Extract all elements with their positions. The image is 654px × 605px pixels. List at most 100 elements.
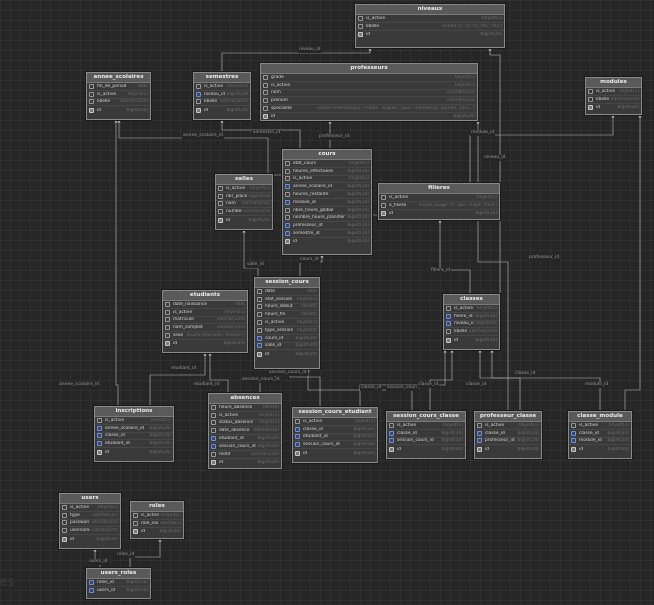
field-row[interactable]: classe_id bigint(20) <box>95 433 173 441</box>
field-row[interactable]: id bigint(20) <box>60 535 120 543</box>
field-row[interactable]: classe_id bigint(20) <box>569 430 631 438</box>
table-annee-scolaires[interactable]: annee_scolaires fin_de_period date is_activ… <box>86 72 151 120</box>
field-row[interactable]: is_active tinyint(1) <box>209 412 281 420</box>
table-professeurs[interactable]: professeurs grade tinyint(1) is_active tinyi… <box>260 63 478 121</box>
field-row[interactable]: id bigint(20) <box>444 336 499 344</box>
field-row[interactable]: matricule varchar(255) <box>163 317 247 325</box>
field-row[interactable]: status_absence tinyint(1) <box>209 420 281 428</box>
field-row[interactable]: libelle varchar(255) <box>87 99 150 107</box>
field-row[interactable]: heures_restante bigint(20) <box>283 191 371 199</box>
field-row[interactable]: id bigint(20) <box>209 459 281 467</box>
field-row[interactable]: annee_scolaire_id bigint(20) <box>283 183 371 192</box>
field-row[interactable]: session_cours_id bigint(20) <box>293 441 377 450</box>
field-row[interactable]: classe_id bigint(20) <box>475 430 541 438</box>
field-row[interactable]: id bigint(20) <box>131 528 183 536</box>
field-row[interactable]: is_active tinyint(1) <box>60 504 120 512</box>
field-row[interactable]: id bigint(20) <box>163 340 247 348</box>
field-row[interactable]: motif varchar(255) <box>209 451 281 459</box>
field-row[interactable]: libelle varchar(255) <box>194 99 250 107</box>
field-row[interactable]: libelle varchar(255) <box>586 96 641 104</box>
field-row[interactable]: nbre_heure_global bigint(20) <box>283 207 371 215</box>
field-row[interactable]: nbr_place bigint(20) <box>216 193 272 201</box>
field-row[interactable]: fin_de_period date <box>87 83 150 91</box>
table-niveaux[interactable]: niveaux is_active tinyint(1) libelle enum('l… <box>355 4 505 48</box>
field-row[interactable]: classe_id bigint(20) <box>387 430 465 438</box>
field-row[interactable]: is_active tinyint(1) <box>475 422 541 430</box>
field-row[interactable]: id bigint(20) <box>216 216 272 224</box>
field-row[interactable]: id bigint(20) <box>255 350 319 358</box>
field-row[interactable]: etat_cours tinyint(1) <box>283 160 371 168</box>
table-etudiants[interactable]: etudiants date_naissance date is_active tiny… <box>162 290 248 353</box>
field-row[interactable]: specialite enum('informatique','marke','a… <box>261 105 477 113</box>
table-cours[interactable]: cours etat_cours tinyint(1) heures_effectue… <box>282 149 372 255</box>
field-row[interactable]: is_active tinyint(1) <box>569 422 631 430</box>
field-row[interactable]: id bigint(20) <box>293 449 377 457</box>
field-row[interactable]: date date <box>255 288 319 296</box>
field-row[interactable]: id bigint(20) <box>569 445 631 453</box>
field-row[interactable]: module_id bigint(20) <box>569 438 631 446</box>
field-row[interactable]: cours_id bigint(20) <box>255 335 319 343</box>
field-row[interactable]: id bigint(20) <box>95 448 173 456</box>
field-row[interactable]: id bigint(20) <box>379 210 499 218</box>
field-row[interactable]: classe_id bigint(20) <box>293 426 377 434</box>
field-row[interactable]: roles_id bigint(20) <box>87 579 150 587</box>
field-row[interactable]: session_cours_id bigint(20) <box>209 443 281 451</box>
field-row[interactable]: id bigint(20) <box>261 113 477 120</box>
field-row[interactable]: niveau_id bigint(20) <box>194 91 250 99</box>
field-row[interactable]: etudiant_id bigint(20) <box>293 434 377 442</box>
field-row[interactable]: libelle varchar(255) <box>444 328 499 337</box>
field-row[interactable]: etudiant_id bigint(20) <box>209 435 281 443</box>
table-inscriptions[interactable]: inscriptions is_active tinyint(1) annee_sco… <box>94 406 174 462</box>
field-row[interactable]: module_id bigint(20) <box>283 199 371 207</box>
field-row[interactable]: role_namevarchar(255) <box>131 520 183 528</box>
table-classe-module[interactable]: classe_module is_active tinyint(1) classe_i… <box>568 411 632 459</box>
field-row[interactable]: id bigint(20) <box>586 104 641 112</box>
field-row[interactable]: is_active tinyint(1) <box>255 319 319 327</box>
field-row[interactable]: users_id bigint(20) <box>87 587 150 595</box>
table-semestres[interactable]: semestres is_active tinyint(1) niveau_id big… <box>193 72 251 120</box>
field-row[interactable]: type varchar(31) <box>60 512 120 520</box>
field-row[interactable]: libelle enum('l1','l2','l3','m1','m2') <box>356 23 504 31</box>
field-row[interactable]: is_active tinyint(1) <box>586 88 641 96</box>
field-row[interactable]: salle_id bigint(20) <box>255 343 319 351</box>
field-row[interactable]: etat_session tinyint(1) <box>255 296 319 304</box>
field-row[interactable]: id bigint(20) <box>475 445 541 453</box>
field-row[interactable]: prenom varchar(255) <box>261 97 477 106</box>
field-row[interactable]: id bigint(20) <box>356 31 504 39</box>
table-classes[interactable]: classes is_active tinyint(1) filiere_id bigi… <box>443 294 500 350</box>
table-session-cours-etudiant[interactable]: session_cours_etudiant is_active tinyint(1… <box>292 407 378 463</box>
table-filieres[interactable]: filieres is_active tinyint(1) e_filiere enum… <box>378 183 500 220</box>
field-row[interactable]: session_cours_id bigint(20) <box>387 438 465 446</box>
field-row[interactable]: e_filiere enum('usage','tl','gnc','mspt',… <box>379 202 499 210</box>
field-row[interactable]: id bigint(20) <box>194 106 250 114</box>
field-row[interactable]: id bigint(20) <box>87 106 150 114</box>
field-row[interactable]: heure_fin time(6) <box>255 311 319 320</box>
field-row[interactable]: is_active tinyint(1) <box>283 176 371 184</box>
field-row[interactable]: heure_debut time(6) <box>255 304 319 312</box>
table-modules[interactable]: modules is_active tinyint(1) libelle varchar… <box>585 77 642 115</box>
field-row[interactable]: type_session tinyint(4) <box>255 327 319 335</box>
field-row[interactable]: grade tinyint(1) <box>261 74 477 82</box>
field-row[interactable]: is_active tinyint(1) <box>163 309 247 317</box>
field-row[interactable]: niveau_id bigint(20) <box>444 321 499 329</box>
field-row[interactable]: nom varchar(255) <box>261 90 477 98</box>
field-row[interactable]: is_active tinyint(1) <box>216 185 272 193</box>
field-row[interactable]: professeur_id bigint(20) <box>283 222 371 231</box>
field-row[interactable]: date_absence datetime(6) <box>209 427 281 436</box>
table-session-cours[interactable]: session_cours date date etat_session tinyint… <box>254 277 320 369</box>
field-row[interactable]: filiere_id bigint(20) <box>444 313 499 321</box>
table-salles[interactable]: salles is_active tinyint(1) nbr_place bigint… <box>215 174 273 230</box>
field-row[interactable]: professeur_id bigint(20) <box>475 438 541 446</box>
table-roles[interactable]: rolesis_activetinyint(1)role_namevarchar… <box>130 501 184 539</box>
field-row[interactable]: number varchar(255) <box>216 208 272 217</box>
field-row[interactable]: heures_effectuees bigint(20) <box>283 168 371 176</box>
field-row[interactable]: is_active tinyint(1) <box>261 82 477 90</box>
table-users-roles[interactable]: users_roles roles_id bigint(20) users_id big… <box>86 568 151 599</box>
field-row[interactable]: is_active tinyint(1) <box>444 305 499 313</box>
field-row[interactable]: is_active tinyint(1) <box>131 512 183 520</box>
table-session-cours-classe[interactable]: session_cours_classe is_active tinyint(1) c… <box>386 411 466 459</box>
field-row[interactable]: is_active tinyint(1) <box>387 422 465 430</box>
field-row[interactable]: nombre_heure_planifier bigint(20) <box>283 215 371 223</box>
field-row[interactable]: nom_complet varchar(255) <box>163 324 247 333</box>
field-row[interactable]: is_active tinyint(1) <box>356 15 504 23</box>
